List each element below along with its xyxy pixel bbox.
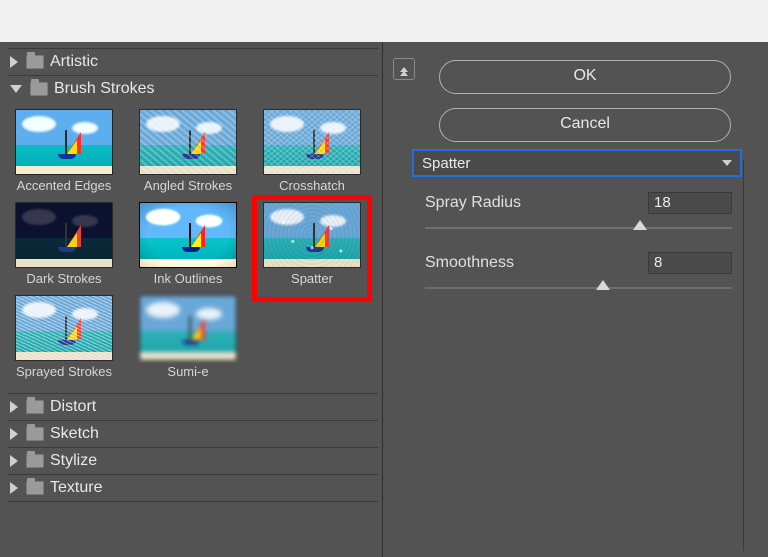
filter-settings-panel: OK Cancel Spatter Spray Radius 18 Smooth… xyxy=(383,42,768,557)
folder-icon xyxy=(26,454,44,468)
filter-thumbnail xyxy=(264,203,360,267)
filter-sumi-e[interactable]: Sumi-e xyxy=(136,296,240,379)
filter-thumbnails: Accented Edges Angled Strokes Crosshatch Da… xyxy=(8,102,378,393)
collapse-categories-button[interactable] xyxy=(393,58,415,80)
param-smoothness: Smoothness 8 xyxy=(425,252,732,296)
param-label: Smoothness xyxy=(425,254,514,272)
filter-angled-strokes[interactable]: Angled Strokes xyxy=(136,110,240,193)
folder-icon xyxy=(26,427,44,441)
filter-dark-strokes[interactable]: Dark Strokes xyxy=(12,203,116,286)
folder-icon xyxy=(26,400,44,414)
filter-thumbnail xyxy=(16,110,112,174)
filter-thumbnail xyxy=(140,296,236,360)
filter-gallery-dialog: Artistic Brush Strokes Accented Edges Angle… xyxy=(0,42,768,557)
filter-thumbnail xyxy=(140,203,236,267)
filter-label: Angled Strokes xyxy=(136,178,240,193)
category-label: Sketch xyxy=(50,425,99,443)
category-label: Artistic xyxy=(50,53,98,71)
chevron-double-up-icon xyxy=(400,67,408,72)
folder-icon xyxy=(26,55,44,69)
chevron-down-icon xyxy=(10,85,22,93)
category-header[interactable]: Texture xyxy=(8,475,378,501)
chevron-right-icon xyxy=(10,401,18,413)
cancel-button[interactable]: Cancel xyxy=(439,108,731,142)
category-sketch: Sketch xyxy=(8,421,378,448)
category-label: Brush Strokes xyxy=(54,80,154,98)
filter-label: Spatter xyxy=(260,271,364,286)
filter-thumbnail xyxy=(140,110,236,174)
filter-label: Dark Strokes xyxy=(12,271,116,286)
filter-spatter[interactable]: Spatter xyxy=(260,203,364,294)
category-label: Texture xyxy=(50,479,102,497)
filter-category-panel: Artistic Brush Strokes Accented Edges Angle… xyxy=(0,42,383,557)
filter-crosshatch[interactable]: Crosshatch xyxy=(260,110,364,193)
chevron-right-icon xyxy=(10,482,18,494)
filter-label: Sprayed Strokes xyxy=(12,364,116,379)
category-header[interactable]: Stylize xyxy=(8,448,378,474)
filter-accented-edges[interactable]: Accented Edges xyxy=(12,110,116,193)
category-artistic: Artistic xyxy=(8,49,378,76)
filter-label: Sumi-e xyxy=(136,364,240,379)
chevron-right-icon xyxy=(10,428,18,440)
filter-label: Crosshatch xyxy=(260,178,364,193)
filter-type-dropdown[interactable]: Spatter xyxy=(413,150,741,176)
folder-icon xyxy=(30,82,48,96)
category-brush-strokes: Brush Strokes Accented Edges Angled Stroke… xyxy=(8,76,378,394)
smoothness-input[interactable]: 8 xyxy=(648,252,732,274)
filter-type-dropdown-value: Spatter xyxy=(422,155,470,172)
category-header[interactable]: Sketch xyxy=(8,421,378,447)
spray-radius-slider[interactable] xyxy=(425,220,732,236)
ok-button[interactable]: OK xyxy=(439,60,731,94)
category-header[interactable]: Distort xyxy=(8,394,378,420)
param-label: Spray Radius xyxy=(425,194,521,212)
chevron-right-icon xyxy=(10,56,18,68)
filter-thumbnail xyxy=(16,296,112,360)
slider-thumb[interactable] xyxy=(596,280,610,292)
filter-label: Ink Outlines xyxy=(136,271,240,286)
category-header[interactable]: Artistic xyxy=(8,49,378,75)
smoothness-slider[interactable] xyxy=(425,280,732,296)
filter-thumbnail xyxy=(264,110,360,174)
slider-thumb[interactable] xyxy=(633,220,647,232)
spray-radius-input[interactable]: 18 xyxy=(648,192,732,214)
category-distort: Distort xyxy=(8,394,378,421)
category-label: Stylize xyxy=(50,452,97,470)
chevron-right-icon xyxy=(10,455,18,467)
filter-sprayed-strokes[interactable]: Sprayed Strokes xyxy=(12,296,116,379)
category-label: Distort xyxy=(50,398,96,416)
category-texture: Texture xyxy=(8,475,378,502)
slider-track xyxy=(425,287,732,289)
filter-thumbnail xyxy=(16,203,112,267)
category-stylize: Stylize xyxy=(8,448,378,475)
window-titlebar xyxy=(0,0,768,42)
slider-track xyxy=(425,227,732,229)
category-header[interactable]: Brush Strokes xyxy=(8,76,378,102)
folder-icon xyxy=(26,481,44,495)
filter-ink-outlines[interactable]: Ink Outlines xyxy=(136,203,240,286)
chevron-down-icon xyxy=(722,160,732,166)
filter-label: Accented Edges xyxy=(12,178,116,193)
param-spray-radius: Spray Radius 18 xyxy=(425,192,732,236)
